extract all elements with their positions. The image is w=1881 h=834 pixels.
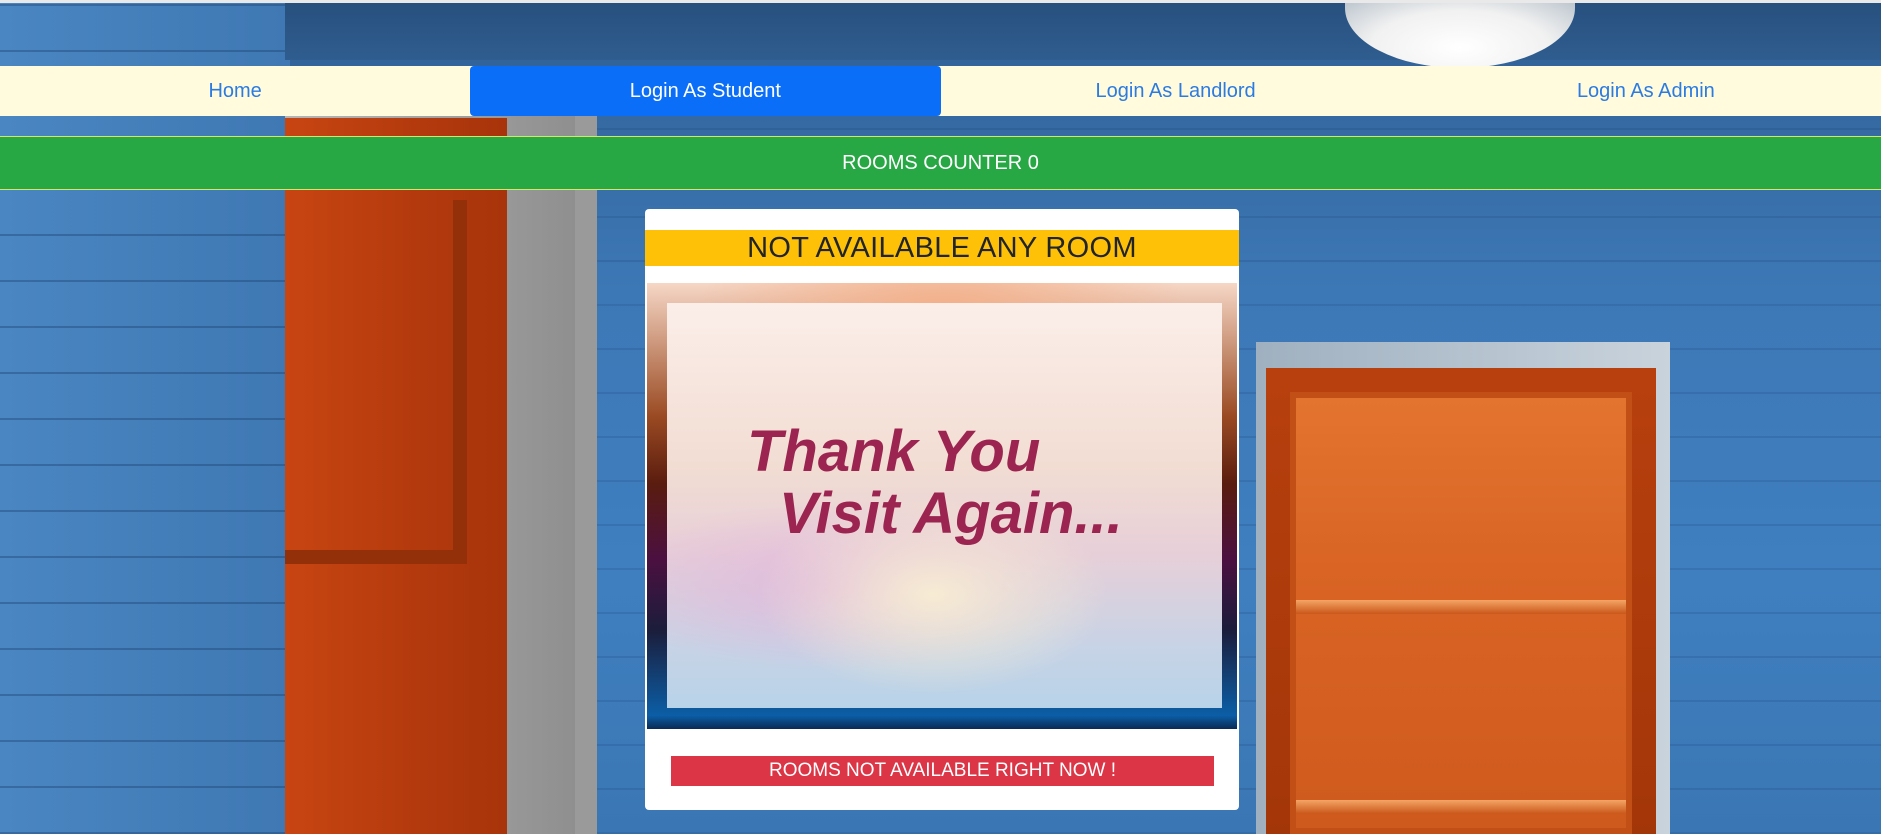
thank-you-text: Thank You Visit Again... <box>747 421 1123 545</box>
thank-you-line2: Visit Again... <box>779 481 1123 546</box>
nav-login-student[interactable]: Login As Student <box>470 66 941 116</box>
rooms-counter-bar: ROOMS COUNTER 0 <box>0 136 1881 190</box>
door-right-rail <box>1296 800 1626 814</box>
thank-you-image-inner: Thank You Visit Again... <box>667 303 1222 708</box>
door-right-rail <box>1296 600 1626 614</box>
navbar: Home Login As Student Login As Landlord … <box>0 66 1881 116</box>
card-title: NOT AVAILABLE ANY ROOM <box>645 230 1239 266</box>
rooms-counter-text: ROOMS COUNTER 0 <box>842 151 1039 174</box>
door-left-panel <box>285 200 467 564</box>
nav-home[interactable]: Home <box>0 66 470 116</box>
notice-text: ROOMS NOT AVAILABLE RIGHT NOW ! <box>769 760 1116 781</box>
thank-you-image: Thank You Visit Again... <box>647 283 1237 729</box>
rooms-not-available-notice: ROOMS NOT AVAILABLE RIGHT NOW ! <box>671 756 1214 786</box>
card-title-text: NOT AVAILABLE ANY ROOM <box>747 231 1137 264</box>
nav-login-landlord[interactable]: Login As Landlord <box>941 66 1411 116</box>
brick-wall-left <box>0 0 290 834</box>
nav-login-admin[interactable]: Login As Admin <box>1411 66 1881 116</box>
thank-you-line1: Thank You <box>747 419 1041 484</box>
room-card: NOT AVAILABLE ANY ROOM Thank You Visit A… <box>645 209 1239 810</box>
top-strip <box>0 0 1881 3</box>
ceiling <box>285 0 1881 60</box>
